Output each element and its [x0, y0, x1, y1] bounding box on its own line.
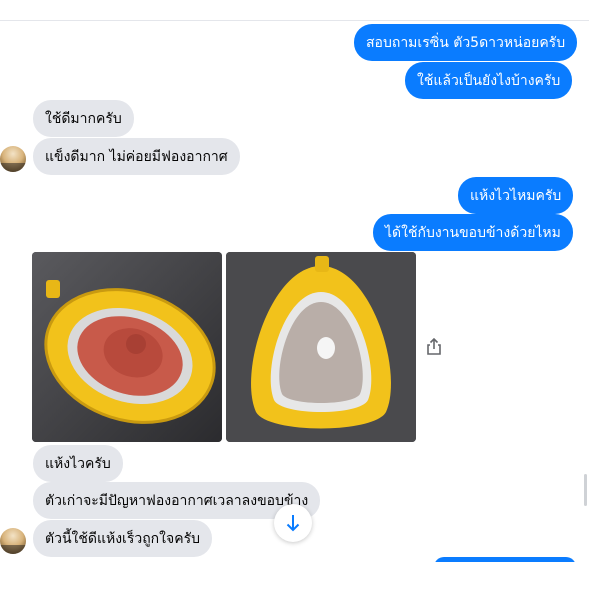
photo-attachment-pendant-red[interactable] — [32, 252, 222, 442]
header-divider — [0, 20, 589, 21]
share-icon[interactable] — [424, 336, 444, 358]
message-text: ตัวเก่าจะมีปัญหาฟองอากาศเวลาลงขอบข้าง — [45, 492, 309, 509]
photo-attachment-pendant-white[interactable] — [226, 252, 416, 442]
message-text: ใช้แล้วเป็นยังไงบ้างครับ — [417, 72, 561, 89]
message-outgoing[interactable]: ได้ใช้กับงานขอบข้างด้วยไหม — [373, 214, 573, 251]
arrow-down-icon — [286, 515, 300, 532]
message-incoming[interactable]: แห้งไวครับ — [33, 445, 123, 482]
pendant-red-image — [32, 252, 222, 442]
message-outgoing[interactable]: แห้งไวไหมครับ — [458, 177, 574, 214]
message-incoming[interactable]: ตัวนี้ใช้ดีแห้งเร็วถูกใจครับ — [33, 520, 212, 557]
viewport-bottom — [0, 562, 589, 589]
message-outgoing[interactable]: ใช้แล้วเป็นยังไงบ้างครับ — [405, 62, 573, 99]
message-text: แห้งไวไหมครับ — [470, 187, 562, 204]
scrollbar-thumb[interactable] — [584, 474, 587, 506]
message-text: แข็งดีมาก ไม่ค่อยมีฟองอากาศ — [45, 148, 228, 165]
contact-avatar[interactable] — [0, 146, 26, 172]
pendant-white-image — [226, 252, 416, 442]
message-incoming[interactable]: ใช้ดีมากครับ — [33, 100, 134, 137]
message-text: สอบถามเรซิ่น ตัว5ดาวหน่อยครับ — [366, 34, 566, 51]
message-text: ใช้ดีมากครับ — [45, 110, 122, 127]
scroll-to-bottom-button[interactable] — [274, 504, 312, 542]
message-text: ได้ใช้กับงานขอบข้างด้วยไหม — [385, 224, 561, 241]
contact-avatar[interactable] — [0, 528, 26, 554]
message-text: ตัวนี้ใช้ดีแห้งเร็วถูกใจครับ — [45, 530, 200, 547]
message-text: แห้งไวครับ — [45, 455, 111, 472]
message-incoming[interactable]: แข็งดีมาก ไม่ค่อยมีฟองอากาศ — [33, 138, 240, 175]
message-outgoing[interactable]: สอบถามเรซิ่น ตัว5ดาวหน่อยครับ — [354, 24, 578, 61]
